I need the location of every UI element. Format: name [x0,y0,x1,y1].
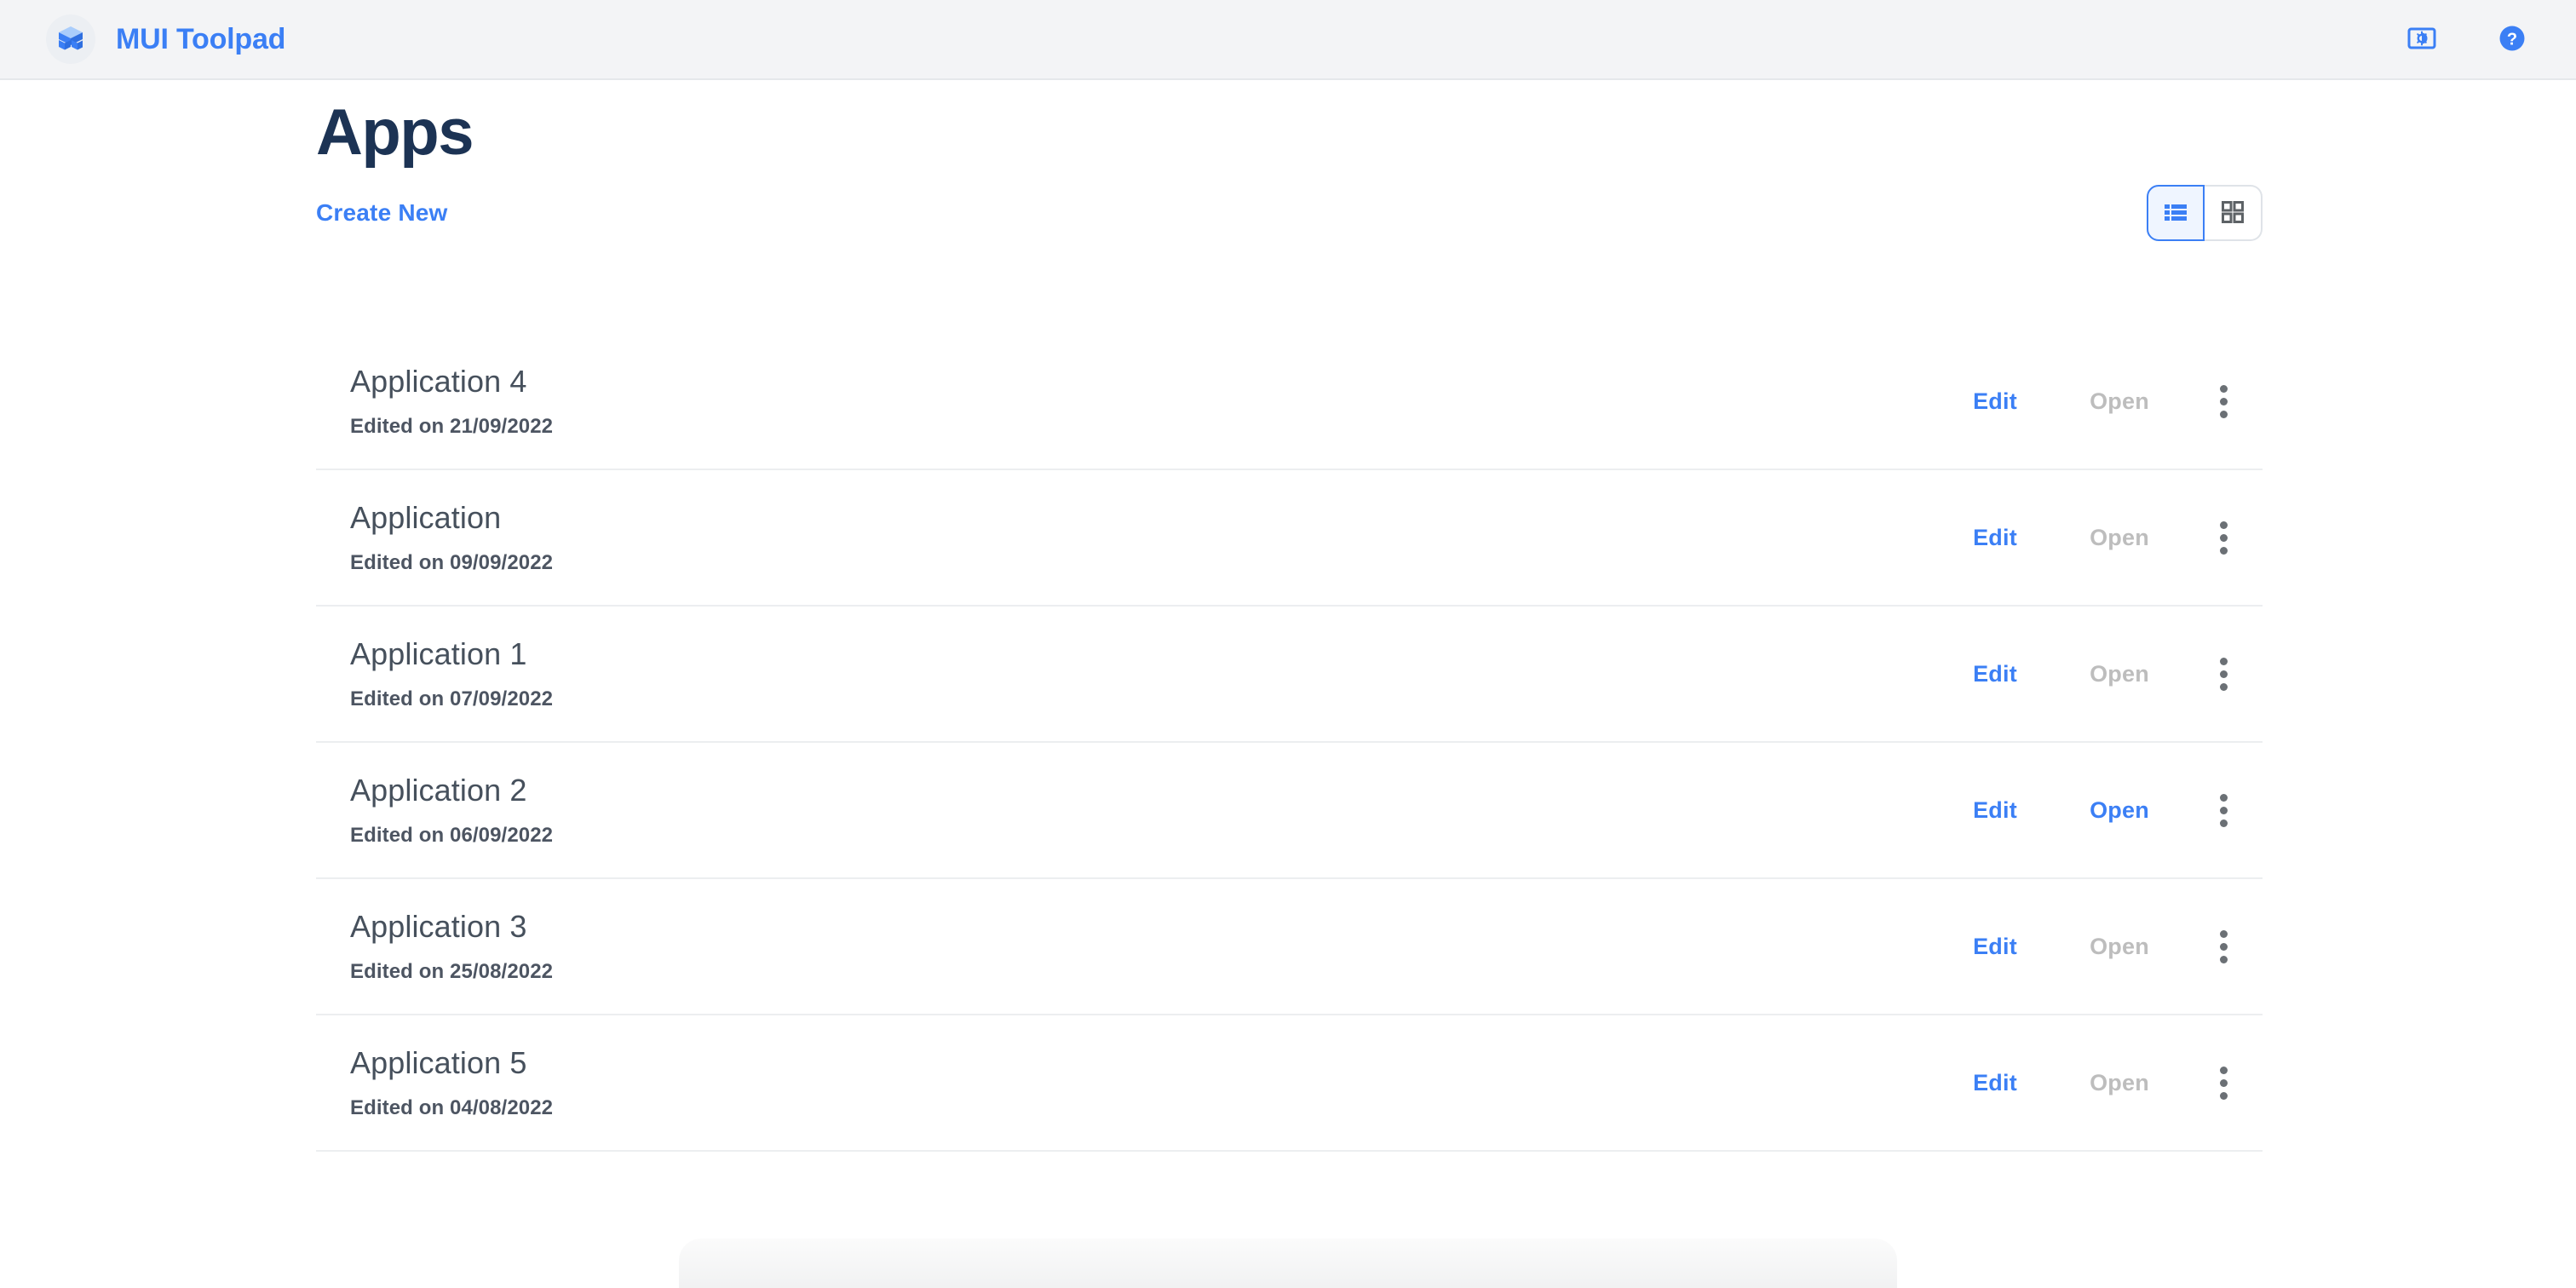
more-vertical-icon [2219,384,2228,418]
list-view-icon [2164,202,2188,225]
edit-button[interactable]: Edit [1951,380,2039,423]
app-info: Application 1 Edited on 07/09/2022 [350,636,553,711]
open-button[interactable]: Open [2075,789,2164,832]
list-view-toggle[interactable] [2147,185,2205,241]
row-actions: Edit Open [1951,641,2256,706]
open-button: Open [2075,516,2164,560]
app-name: Application 1 [350,636,527,671]
app-list-item[interactable]: Application 1 Edited on 07/09/2022 Edit … [316,607,2263,743]
more-options-button[interactable] [2191,1050,2256,1115]
app-info: Application Edited on 09/09/2022 [350,500,553,575]
view-toggle-group [2147,185,2263,241]
grid-view-icon [2222,200,2244,226]
svg-text:?: ? [2507,30,2517,49]
help-button[interactable]: ? [2481,8,2544,71]
app-info: Application 5 Edited on 04/08/2022 [350,1045,553,1120]
app-edited-date: Edited on 07/09/2022 [350,687,554,710]
more-options-button[interactable] [2191,641,2256,706]
edit-button[interactable]: Edit [1951,1061,2039,1105]
row-actions: Edit Open [1951,369,2256,434]
more-vertical-icon [2219,929,2228,963]
more-vertical-icon [2219,520,2228,555]
app-edited-date: Edited on 21/09/2022 [350,415,554,438]
app-edited-date: Edited on 09/09/2022 [350,551,554,574]
app-edited-date: Edited on 04/08/2022 [350,1096,554,1119]
open-button: Open [2075,1061,2164,1105]
app-info: Application 4 Edited on 21/09/2022 [350,364,553,439]
toolpad-blocks-logo-icon [46,14,95,64]
app-list: Application 4 Edited on 21/09/2022 Edit … [316,334,2263,1152]
page-title: Apps [316,96,474,169]
appbar-actions: ? [2390,8,2544,71]
theme-toggle-button[interactable] [2390,8,2453,71]
more-vertical-icon [2219,1066,2228,1100]
app-list-item[interactable]: Application 2 Edited on 06/09/2022 Edit … [316,743,2263,879]
brand[interactable]: MUI Toolpad [46,14,285,64]
edit-button[interactable]: Edit [1951,925,2039,969]
row-actions: Edit Open [1951,1050,2256,1115]
more-vertical-icon [2219,657,2228,691]
edit-button[interactable]: Edit [1951,516,2039,560]
app-info: Application 3 Edited on 25/08/2022 [350,909,553,984]
app-name: Application 2 [350,773,527,808]
more-options-button[interactable] [2191,914,2256,979]
open-button: Open [2075,653,2164,696]
app-list-item[interactable]: Application 5 Edited on 04/08/2022 Edit … [316,1015,2263,1152]
open-button: Open [2075,925,2164,969]
app-list-item[interactable]: Application 4 Edited on 21/09/2022 Edit … [316,334,2263,470]
app-name: Application 3 [350,909,527,944]
app-name: Application [350,500,502,535]
app-info: Application 2 Edited on 06/09/2022 [350,773,553,848]
edit-button[interactable]: Edit [1951,789,2039,832]
more-vertical-icon [2219,793,2228,827]
app-name: Application 5 [350,1045,527,1080]
grid-view-toggle[interactable] [2205,185,2263,241]
bottom-overlay-sliver [679,1239,1897,1288]
help-circle-icon: ? [2497,23,2527,56]
main-content: Apps Create New Application 4 Edited on … [0,80,2576,1288]
app-list-item[interactable]: Application Edited on 09/09/2022 Edit Op… [316,470,2263,607]
row-actions: Edit Open [1951,914,2256,979]
brightness-theme-icon [2406,23,2437,56]
open-button: Open [2075,380,2164,423]
create-new-button[interactable]: Create New [302,189,462,237]
app-list-item[interactable]: Application 3 Edited on 25/08/2022 Edit … [316,879,2263,1015]
app-edited-date: Edited on 25/08/2022 [350,960,554,983]
edit-button[interactable]: Edit [1951,653,2039,696]
more-options-button[interactable] [2191,505,2256,570]
brand-name: MUI Toolpad [116,22,286,55]
app-name: Application 4 [350,364,527,399]
more-options-button[interactable] [2191,778,2256,842]
more-options-button[interactable] [2191,369,2256,434]
app-bar: MUI Toolpad ? [0,0,2576,80]
row-actions: Edit Open [1951,505,2256,570]
row-actions: Edit Open [1951,778,2256,842]
app-edited-date: Edited on 06/09/2022 [350,824,554,847]
list-toolbar: Create New [316,180,2263,246]
